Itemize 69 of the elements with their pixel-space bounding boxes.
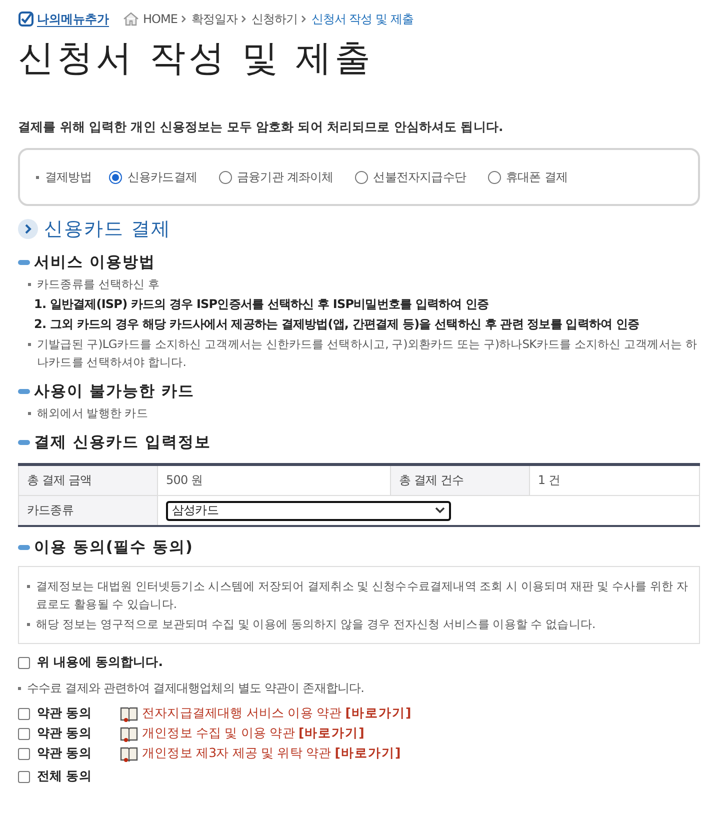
bullet-icon xyxy=(36,176,39,178)
checkbox[interactable] xyxy=(18,708,30,720)
checkbox-label[interactable]: 약관 동의 xyxy=(37,705,92,722)
page-title: 신청서 작성 및 제출 xyxy=(18,37,374,81)
checkbox-icon xyxy=(18,11,34,27)
chevron-icon xyxy=(181,15,188,23)
section-title: 신용카드 결제 xyxy=(44,217,172,242)
step-text: 1. 일반결제(ISP) 카드의 경우 ISP인증서를 선택하신 후 ISP비밀번호를 입력하여 인증 xyxy=(34,296,490,313)
radio-button[interactable] xyxy=(488,170,502,184)
book-icon xyxy=(120,726,138,742)
checkbox[interactable] xyxy=(18,728,30,740)
checkbox-label[interactable]: 전체 동의 xyxy=(37,768,92,785)
checkbox[interactable] xyxy=(18,770,30,782)
step-text: 2. 그외 카드의 경우 해당 카드사에서 제공하는 결제방법(앱, 간편결제 등)을 선택하신 후 관련 정보를 입력하여 인증 xyxy=(34,316,640,333)
table-header-cell: 총 결제 건수 xyxy=(390,464,530,496)
section-heading: 이용 동의(필수 동의) xyxy=(34,537,193,558)
checkbox-label[interactable]: 약관 동의 xyxy=(37,725,92,742)
table-cell: 500 원 xyxy=(158,464,390,496)
my-menu-link[interactable]: 나의메뉴추가 xyxy=(18,10,109,28)
radio-button[interactable] xyxy=(219,170,232,184)
note-text: 수수료 결제와 관련하여 결제대행업체의 별도 약관이 존재합니다. xyxy=(27,680,364,697)
table-header-cell: 총 결제 금액 xyxy=(18,464,158,496)
card-type-select[interactable]: 삼성카드 xyxy=(166,500,451,520)
checkbox[interactable] xyxy=(18,656,30,668)
heading-marker xyxy=(18,440,30,445)
chevron-icon xyxy=(301,15,308,23)
section-heading: 서비스 이용방법 xyxy=(34,252,156,273)
chevron-down-icon xyxy=(435,507,445,514)
heading-marker xyxy=(18,389,30,394)
radio-label[interactable]: 선불전자지급수단 xyxy=(373,168,466,186)
bullet-icon xyxy=(27,585,30,588)
checkbox-label[interactable]: 약관 동의 xyxy=(37,745,92,762)
list-text: 해외에서 발행한 카드 xyxy=(37,405,148,422)
list-text: 결제정보는 대법원 인터넷등기소 시스템에 저장되어 결제취소 및 신청수수료결제내역 조회 시 이용되며 재판 및 수사를 위한 자료로도 활용될 수 있습니다. xyxy=(36,578,690,613)
list-text: 기발급된 구)LG카드를 소지하신 고객께서는 신한카드를 선택하시고, 구)외환카드 또는 구)하나SK카드를 소지하신 고객께서는 하나카드를 선택하셔야 합니다. xyxy=(37,336,698,371)
radio-button[interactable] xyxy=(109,170,122,184)
bullet-icon xyxy=(28,283,31,286)
section-heading: 결제 신용카드 입력정보 xyxy=(34,432,211,453)
terms-link[interactable]: 전자지급결제대행 서비스 이용 약관 [바로가기] xyxy=(120,705,412,722)
list-text: 해당 정보는 영구적으로 보관되며 수집 및 이용에 동의하지 않을 경우 전자신청 서비스를 이용할 수 없습니다. xyxy=(36,616,596,633)
breadcrumb-link[interactable]: 확정일자 xyxy=(191,10,238,28)
checkbox[interactable] xyxy=(18,748,30,760)
terms-link[interactable]: 개인정보 수집 및 이용 약관 [바로가기] xyxy=(120,725,365,742)
bullet-icon xyxy=(28,412,31,415)
home-icon xyxy=(123,12,139,26)
table-cell: 1 건 xyxy=(529,464,700,496)
field-label: 결제방법 xyxy=(45,168,92,186)
book-icon xyxy=(120,706,138,722)
list-text: 카드종류를 선택하신 후 xyxy=(37,276,160,293)
section-heading: 사용이 불가능한 카드 xyxy=(34,381,194,402)
bullet-icon xyxy=(27,623,30,626)
radio-label[interactable]: 휴대폰 결제 xyxy=(506,168,568,186)
radio-label[interactable]: 신용카드결제 xyxy=(127,168,198,186)
breadcrumb-link[interactable]: HOME xyxy=(143,12,178,26)
radio-label[interactable]: 금융기관 계좌이체 xyxy=(237,168,334,186)
chevron-icon xyxy=(241,15,248,23)
terms-link[interactable]: 개인정보 제3자 제공 및 위탁 약관 [바로가기] xyxy=(120,745,402,762)
table-header-cell: 카드종류 xyxy=(18,496,158,526)
chevron-circle-icon xyxy=(18,219,38,239)
notice-text: 결제를 위해 입력한 개인 신용정보는 모두 암호화 되어 처리되므로 안심하셔도 됩니다. xyxy=(18,119,504,136)
breadcrumb-link[interactable]: 신청서 작성 및 제출 xyxy=(311,10,414,28)
breadcrumb-link[interactable]: 신청하기 xyxy=(251,10,298,28)
heading-marker xyxy=(18,545,30,550)
bullet-icon xyxy=(18,687,21,690)
book-icon xyxy=(120,746,138,762)
bullet-icon xyxy=(28,343,31,346)
radio-button[interactable] xyxy=(355,170,368,184)
checkbox-label[interactable]: 위 내용에 동의합니다. xyxy=(37,654,163,671)
heading-marker xyxy=(18,260,30,265)
